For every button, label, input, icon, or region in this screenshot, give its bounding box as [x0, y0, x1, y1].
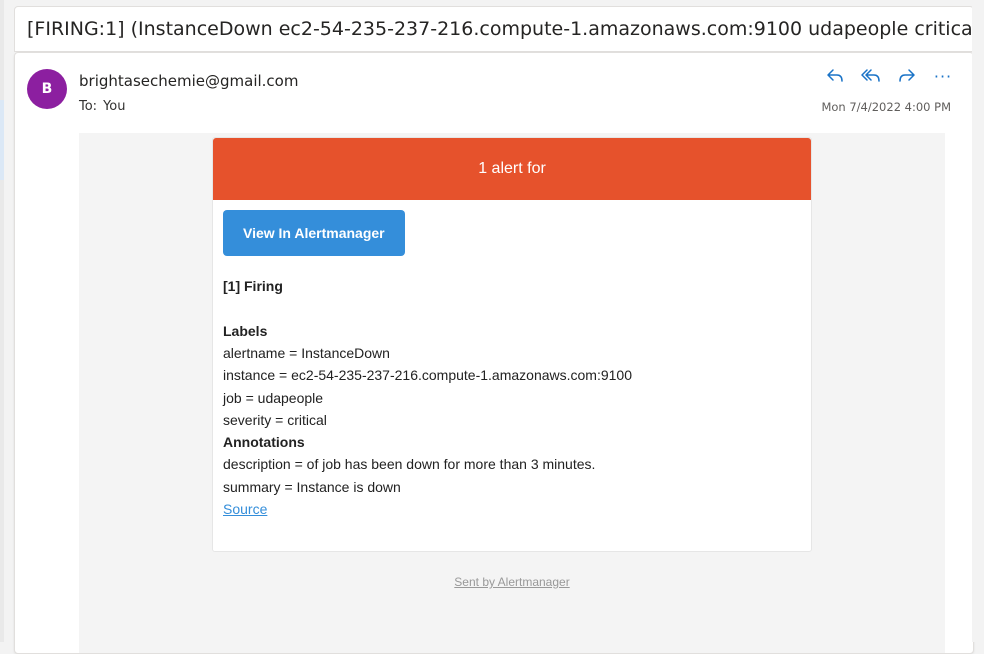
alert-content: View In Alertmanager [1] Firing Labels a…	[213, 200, 811, 520]
message-actions: ···	[823, 67, 955, 87]
firing-count: [1] Firing	[223, 278, 283, 294]
reply-all-icon	[861, 67, 881, 87]
label-row: jobudapeople	[223, 387, 801, 409]
label-value: critical	[287, 411, 327, 428]
more-actions-button[interactable]: ···	[931, 67, 955, 87]
to-label: To:	[79, 99, 98, 114]
label-value: udapeople	[257, 389, 324, 406]
view-in-alertmanager-button[interactable]: View In Alertmanager	[223, 210, 405, 256]
annotation-value: Instance is down	[296, 478, 401, 495]
reply-icon	[825, 67, 845, 87]
annotation-row: descriptionof job has been down for more…	[223, 453, 801, 475]
label-key: instance	[223, 367, 291, 383]
alert-header: 1 alert for	[213, 138, 811, 200]
reply-all-button[interactable]	[859, 67, 883, 87]
label-key: severity	[223, 412, 287, 428]
annotations-heading: Annotations	[223, 434, 305, 451]
source-link[interactable]: Source	[223, 498, 267, 520]
reply-button[interactable]	[823, 67, 847, 87]
recipient-line: To: You	[79, 99, 126, 114]
annotation-row: summaryInstance is down	[223, 476, 801, 498]
sent-date: Mon 7/4/2022 4:00 PM	[821, 100, 951, 114]
label-value: InstanceDown	[301, 345, 390, 361]
selected-item-edge	[0, 100, 4, 180]
forward-icon	[897, 67, 917, 87]
sender-address[interactable]: brightasechemie@gmail.com	[79, 72, 298, 90]
subject-bar: [FIRING:1] (InstanceDown ec2-54-235-237-…	[14, 6, 984, 52]
label-row: instanceec2-54-235-237-216.compute-1.ama…	[223, 364, 801, 386]
label-row: severitycritical	[223, 409, 801, 431]
alert-card: 1 alert for View In Alertmanager [1] Fir…	[212, 137, 812, 552]
label-key: job	[223, 390, 258, 406]
email-subject: [FIRING:1] (InstanceDown ec2-54-235-237-…	[27, 18, 984, 40]
message-card: B brightasechemie@gmail.com To: You ··· M…	[14, 52, 974, 654]
left-pane-edge	[0, 0, 4, 642]
label-row: alertnameInstanceDown	[223, 342, 801, 364]
sent-by-alertmanager-link[interactable]: Sent by Alertmanager	[79, 575, 945, 589]
annotation-key: summary	[223, 479, 297, 495]
label-key: alertname	[223, 345, 301, 361]
forward-button[interactable]	[895, 67, 919, 87]
email-body: 1 alert for View In Alertmanager [1] Fir…	[79, 133, 945, 653]
label-value: ec2-54-235-237-216.compute-1.amazonaws.c…	[291, 367, 632, 384]
recipient-name[interactable]: You	[103, 99, 125, 114]
labels-heading: Labels	[223, 323, 268, 339]
right-edge	[972, 0, 984, 642]
annotation-value: of job has been down for more than 3 min…	[306, 456, 596, 473]
avatar[interactable]: B	[27, 69, 67, 109]
annotation-key: description	[223, 456, 307, 472]
